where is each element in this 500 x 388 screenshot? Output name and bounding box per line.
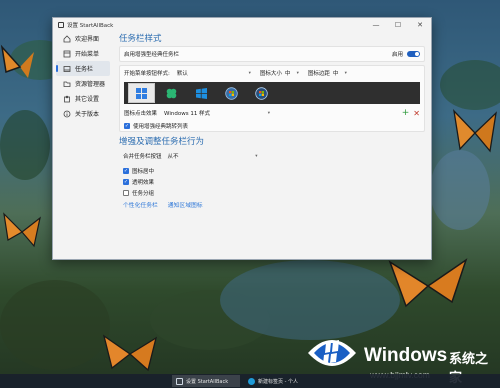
start-button-row: 开始菜单按钮样式: 默认 ▾ 图标大小 中 ▾ 图标边距 中 ▾ (120, 66, 424, 80)
add-button[interactable]: + (402, 108, 410, 118)
taskbar-icon (63, 65, 71, 73)
start-button-style-value: 默认 (176, 71, 188, 77)
enable-state-label: 启用 (391, 52, 403, 58)
start-style-clover[interactable] (158, 83, 185, 103)
transparency-checkbox[interactable] (123, 178, 129, 185)
sidebar-item-label: 其它设置 (75, 96, 100, 103)
combine-buttons-label: 合并任务栏按钮 (123, 154, 162, 160)
settings-window: 设置 StartAllBack — ☐ ✕ 欢迎界面 开始菜单 任务栏 资源管理… (52, 17, 432, 260)
taskbar-item-label: 设置 StartAllBack (186, 378, 229, 385)
chevron-down-icon: ▾ (267, 110, 271, 116)
settings-content: 任务栏样式 启用增强型经典任务栏 启用 开始菜单按钮样式: 默认 ▾ 图标大小 … (119, 31, 425, 255)
behavior-heading: 增强及调整任务栏行为 (119, 137, 205, 147)
sidebar-item-about[interactable]: 关于版本 (56, 106, 110, 121)
sidebar-item-explorer[interactable]: 资源管理器 (56, 76, 110, 91)
clover-logo-icon (166, 88, 177, 98)
option-label: 任务分组 (132, 190, 155, 197)
sidebar-item-start-menu[interactable]: 开始菜单 (56, 46, 110, 61)
icon-margin-dropdown[interactable]: 中 ▾ (330, 69, 350, 78)
butterfly-decoration (102, 334, 158, 372)
option-row: 图标居中 (119, 165, 425, 176)
sidebar-item-label: 任务栏 (75, 66, 94, 73)
settings-app-icon (176, 377, 183, 385)
enable-classic-taskbar-row: 启用增强型经典任务栏 启用 (120, 47, 424, 61)
enable-classic-taskbar-card: 启用增强型经典任务栏 启用 (119, 46, 425, 62)
start-style-win10[interactable] (188, 83, 215, 103)
start-button-preview-strip (124, 82, 420, 104)
sidebar-item-other[interactable]: 其它设置 (56, 91, 110, 106)
sidebar-item-label: 资源管理器 (75, 81, 106, 88)
links-row: 个性化任务栏 通知区域图标 (119, 198, 425, 210)
window-title: 设置 StartAllBack (67, 22, 114, 29)
info-icon (63, 110, 71, 118)
windows10-logo-icon (196, 87, 207, 99)
close-button[interactable]: ✕ (409, 18, 431, 31)
icon-size-label: 图标大小 (259, 71, 282, 77)
taskbar: 设置 StartAllBack 新建标签页 - 个人 (0, 374, 500, 388)
puzzle-icon (63, 95, 71, 103)
visual-effect-dropdown[interactable]: Windows 11 样式 ▾ (161, 109, 273, 118)
option-row: 任务分组 (119, 187, 425, 198)
taskbar-style-card: 开始菜单按钮样式: 默认 ▾ 图标大小 中 ▾ 图标边距 中 ▾ 图标点击效果 … (119, 65, 425, 132)
enable-classic-taskbar-label: 启用增强型经典任务栏 (124, 52, 180, 58)
home-icon (63, 34, 71, 43)
combine-buttons-value: 从不 (167, 154, 179, 160)
task-grouping-checkbox[interactable] (123, 189, 129, 196)
sidebar-item-taskbar[interactable]: 任务栏 (56, 61, 110, 76)
minimize-button[interactable]: — (365, 18, 387, 31)
taskbar-item-settings[interactable]: 设置 StartAllBack (172, 375, 240, 387)
personalize-taskbar-link[interactable]: 个性化任务栏 (123, 200, 158, 209)
option-row: 透明效果 (119, 176, 425, 187)
start-style-vista[interactable] (248, 83, 275, 103)
icon-margin-value: 中 (332, 71, 339, 77)
visual-effect-row: 图标点击效果 Windows 11 样式 ▾ + ✕ (120, 106, 424, 120)
folder-icon (63, 80, 71, 88)
start-button-style-dropdown[interactable]: 默认 ▾ (174, 69, 254, 78)
icon-size-value: 中 (284, 71, 291, 77)
remove-button[interactable]: ✕ (413, 109, 420, 118)
vista-orb-icon (255, 86, 268, 100)
combine-buttons-row: 合并任务栏按钮 从不 ▾ (119, 149, 425, 163)
app-icon (58, 21, 64, 28)
butterfly-decoration (3, 212, 41, 248)
butterfly-decoration (0, 44, 34, 78)
watermark-brand: Windows (364, 345, 448, 366)
enable-classic-taskbar-toggle[interactable] (407, 50, 420, 58)
sidebar-item-label: 关于版本 (75, 111, 100, 118)
start-menu-icon (63, 50, 71, 58)
sidebar: 欢迎界面 开始菜单 任务栏 资源管理器 其它设置 关于版本 (53, 31, 113, 121)
classic-jumplist-row: 使用增强经典跳转列表 (120, 120, 424, 131)
taskbar-style-heading: 任务栏样式 (119, 34, 162, 44)
windows11-logo-icon (136, 87, 147, 99)
visual-effect-value: Windows 11 样式 (164, 111, 211, 117)
start-style-win11[interactable] (128, 83, 155, 103)
chevron-down-icon: ▾ (248, 70, 251, 76)
combine-buttons-dropdown[interactable]: 从不 ▾ (165, 152, 261, 161)
icon-size-dropdown[interactable]: 中 ▾ (282, 69, 302, 78)
icon-margin-label: 图标边距 (307, 71, 330, 77)
classic-jumplist-checkbox[interactable] (124, 122, 130, 129)
sidebar-item-welcome[interactable]: 欢迎界面 (56, 31, 110, 46)
sidebar-item-label: 开始菜单 (75, 51, 100, 58)
chevron-down-icon: ▾ (344, 70, 347, 76)
edge-browser-icon (248, 377, 255, 385)
chevron-down-icon: ▾ (296, 70, 299, 76)
sidebar-item-label: 欢迎界面 (75, 36, 100, 43)
butterfly-decoration (453, 109, 497, 153)
classic-jumplist-label: 使用增强经典跳转列表 (133, 123, 189, 130)
maximize-button[interactable]: ☐ (387, 18, 409, 31)
windows7-orb-icon (225, 86, 238, 100)
notification-icons-link[interactable]: 通知区域图标 (168, 200, 203, 209)
taskbar-item-label: 新建标签页 - 个人 (258, 378, 298, 385)
option-label: 透明效果 (132, 179, 155, 186)
butterfly-decoration (388, 258, 468, 308)
chevron-down-icon: ▾ (255, 153, 258, 159)
window-controls: — ☐ ✕ (365, 18, 431, 31)
option-label: 图标居中 (132, 168, 155, 175)
start-style-win7[interactable] (218, 83, 245, 103)
center-icons-checkbox[interactable] (123, 167, 129, 174)
start-button-style-label: 开始菜单按钮样式: (124, 71, 170, 77)
visual-effect-label: 图标点击效果 (124, 111, 158, 117)
taskbar-item-browser[interactable]: 新建标签页 - 个人 (244, 375, 306, 387)
